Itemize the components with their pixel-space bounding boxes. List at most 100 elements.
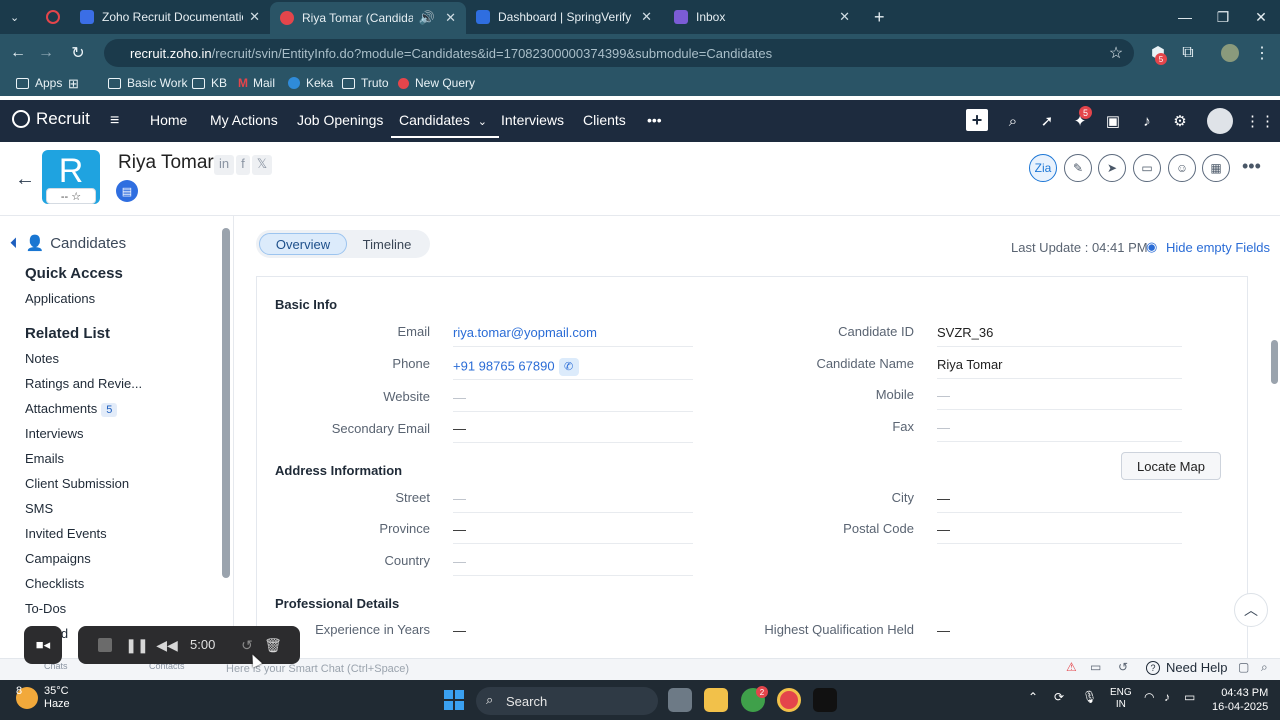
nav-home[interactable]: Home xyxy=(150,112,187,128)
resume-icon[interactable]: ▤ xyxy=(116,180,138,202)
audio-icon[interactable]: 🔊 xyxy=(419,10,435,26)
terminal-icon[interactable] xyxy=(813,688,837,712)
taskbar-clock[interactable]: 04:43 PM 16-04-2025 xyxy=(1212,686,1268,714)
bookmark-new-query[interactable]: New Query xyxy=(398,76,475,90)
related-notes[interactable]: Notes xyxy=(25,351,59,366)
related-invited-events[interactable]: Invited Events xyxy=(25,526,107,541)
file-explorer-icon[interactable] xyxy=(704,688,728,712)
quick-access-applications[interactable]: Applications xyxy=(25,291,95,306)
pause-icon[interactable]: ❚❚ xyxy=(125,634,148,656)
show-hidden-icons[interactable]: ⌃ xyxy=(1028,690,1038,704)
need-help-button[interactable]: ? Need Help xyxy=(1146,660,1227,675)
candidates-header[interactable]: ⏴ 👤 Candidates xyxy=(10,234,126,253)
collapse-icon[interactable]: ⏴ xyxy=(10,235,18,252)
alert-icon[interactable]: ⚠ xyxy=(1066,660,1077,674)
close-tab-icon[interactable]: ✕ xyxy=(445,10,456,26)
windows-start-icon[interactable] xyxy=(444,690,464,710)
tab-overview[interactable]: Overview xyxy=(259,233,347,255)
history-icon[interactable]: ↺ xyxy=(1118,660,1128,674)
add-user-icon[interactable]: ☺ xyxy=(1168,154,1196,182)
sync-icon[interactable]: ⟳ xyxy=(1054,690,1064,704)
related-ratings[interactable]: Ratings and Revie... xyxy=(25,376,142,391)
close-tab-icon[interactable]: ✕ xyxy=(641,9,652,25)
tab-inbox[interactable]: Inbox ✕ xyxy=(664,0,860,34)
url-bar[interactable]: recruit.zoho.in/recruit/svin/EntityInfo.… xyxy=(104,39,1134,67)
tab-zoho-docs[interactable]: Zoho Recruit Documentation - ✕ xyxy=(70,0,270,34)
reload-icon[interactable]: ↻ xyxy=(66,41,90,65)
bookmark-truto[interactable]: Truto xyxy=(342,76,389,90)
task-view-icon[interactable] xyxy=(668,688,692,712)
nav-clients[interactable]: Clients xyxy=(583,112,626,128)
browser-menu-icon[interactable]: ⋮ xyxy=(1250,41,1274,65)
schedule-icon[interactable]: ▦ xyxy=(1202,154,1230,182)
recruit-logo[interactable]: Recruit xyxy=(12,109,90,129)
weather-widget[interactable]: 35°C Haze xyxy=(16,685,70,711)
scroll-to-top-button[interactable]: ︿ xyxy=(1234,593,1268,627)
email-value[interactable]: riya.tomar@yopmail.com xyxy=(453,325,693,347)
phone-value[interactable]: +91 98765 67890 ✆ xyxy=(453,358,693,380)
locate-map-button[interactable]: Locate Map xyxy=(1121,452,1221,480)
related-interviews[interactable]: Interviews xyxy=(25,426,84,441)
taskbar-search[interactable]: ⌕ Search xyxy=(476,687,658,715)
bookmark-apps[interactable]: Apps xyxy=(16,76,62,90)
hamburger-menu-icon[interactable]: ≡ xyxy=(110,112,119,130)
close-tab-icon[interactable]: ✕ xyxy=(249,9,260,25)
zia-icon[interactable]: Zia xyxy=(1029,154,1057,182)
language-indicator[interactable]: ENG IN xyxy=(1110,687,1132,711)
tab-search-menu[interactable]: ⌄ xyxy=(0,0,34,34)
more-nav-icon[interactable]: ••• xyxy=(647,112,662,128)
nav-candidates[interactable]: Candidates ⌄ xyxy=(391,112,499,138)
hide-empty-fields-link[interactable]: Hide empty Fields xyxy=(1166,240,1270,255)
search-icon[interactable]: ⌕ xyxy=(1002,110,1024,132)
bookmark-keka[interactable]: Keka xyxy=(288,76,333,90)
nav-interviews[interactable]: Interviews xyxy=(501,112,564,128)
extensions-puzzle-icon[interactable]: ⧉ xyxy=(1176,41,1200,65)
bookmark-star-icon[interactable]: ☆ xyxy=(1104,41,1128,65)
user-avatar[interactable] xyxy=(1207,108,1233,134)
associate-job-icon[interactable]: ▭ xyxy=(1133,154,1161,182)
bookmark-basic-work[interactable]: Basic Work xyxy=(108,76,187,90)
microphone-icon[interactable]: 🎙 xyxy=(1082,690,1097,704)
back-icon[interactable]: ← xyxy=(6,41,30,65)
feeds-icon[interactable]: ▣ xyxy=(1102,110,1124,132)
main-scrollbar[interactable] xyxy=(1271,340,1278,384)
gear-icon[interactable]: ⚙ xyxy=(1169,110,1191,132)
rewind-icon[interactable]: ◀◀ xyxy=(156,634,178,656)
more-actions-icon[interactable]: ••• xyxy=(1242,156,1261,177)
tab-timeline[interactable]: Timeline xyxy=(348,233,426,255)
nav-job-openings[interactable]: Job Openings xyxy=(297,112,383,128)
x-twitter-icon[interactable]: 𝕏 xyxy=(251,155,273,175)
chat-icon[interactable]: ▢ xyxy=(1238,660,1249,674)
related-campaigns[interactable]: Campaigns xyxy=(25,551,91,566)
rating-widget[interactable]: -- ☆ xyxy=(46,188,96,204)
delete-icon[interactable]: 🗑 xyxy=(262,634,284,656)
rocket-icon[interactable]: ➚ xyxy=(1036,110,1058,132)
tab-grid-icon[interactable]: ⊞ xyxy=(68,76,79,92)
record-tab-icon[interactable] xyxy=(36,0,70,34)
related-checklists[interactable]: Checklists xyxy=(25,576,84,591)
left-scrollbar[interactable] xyxy=(222,228,230,578)
search-small-icon[interactable]: ⌕ xyxy=(1261,660,1268,675)
forward-icon[interactable]: → xyxy=(34,41,58,65)
back-arrow-icon[interactable]: ← xyxy=(15,168,35,191)
new-tab-button[interactable]: + xyxy=(864,0,894,34)
related-todos[interactable]: To-Dos xyxy=(25,601,66,616)
maximize-icon[interactable]: ❐ xyxy=(1204,0,1242,34)
candidate-photo[interactable]: R -- ☆ xyxy=(42,150,100,204)
related-sms[interactable]: SMS xyxy=(25,501,53,516)
related-client-submission[interactable]: Client Submission xyxy=(25,476,129,491)
bookmark-kb[interactable]: KB xyxy=(192,76,227,90)
linkedin-icon[interactable]: in xyxy=(214,155,235,175)
bell-icon[interactable]: ♪ xyxy=(1136,110,1158,132)
related-emails[interactable]: Emails xyxy=(25,451,64,466)
related-attachments[interactable]: Attachments 5 xyxy=(25,401,118,417)
apps-grid-icon[interactable]: ⋮⋮ xyxy=(1245,110,1275,132)
camera-icon[interactable]: ■◂ xyxy=(24,626,62,664)
volume-icon[interactable]: ♪ xyxy=(1164,690,1170,704)
profile-icon[interactable] xyxy=(1218,41,1242,65)
nav-my-actions[interactable]: My Actions xyxy=(210,112,278,128)
tab-springverify[interactable]: Dashboard | SpringVerify ✕ xyxy=(466,0,662,34)
bookmark-mail[interactable]: M Mail xyxy=(238,76,275,90)
minimize-icon[interactable]: — xyxy=(1166,0,1204,34)
chrome-icon[interactable] xyxy=(777,688,801,712)
